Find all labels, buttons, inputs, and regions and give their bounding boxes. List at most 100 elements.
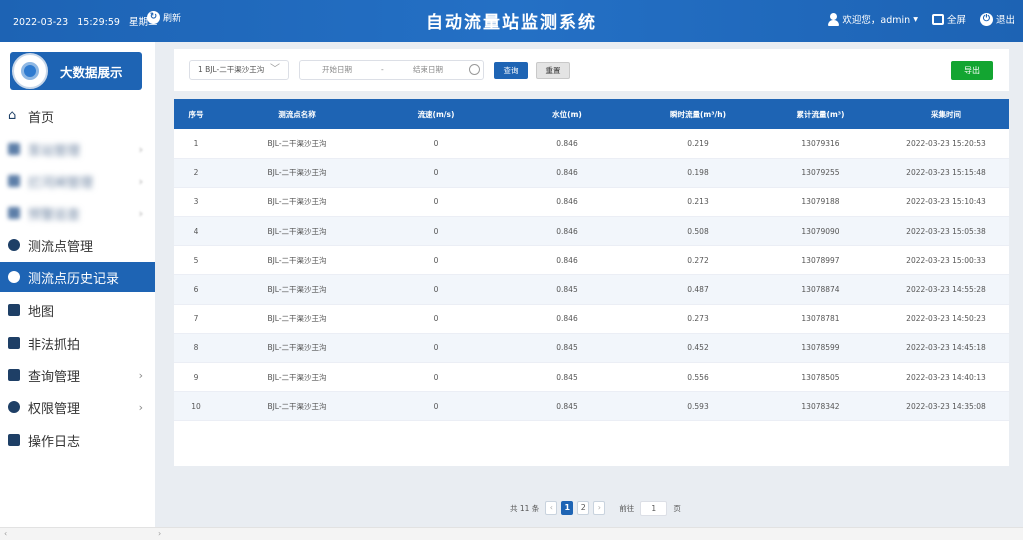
app-root: 2022-03-23 15:29:59 星期三 ↻ 刷新 自动流量站监测系统 欢…: [0, 0, 1023, 540]
table-cell: 0.272: [687, 255, 709, 265]
goto-label: 前往: [619, 503, 635, 513]
table-cell: 13078599: [801, 343, 840, 353]
table-cell: 0: [433, 314, 439, 324]
sidebar-item-3[interactable]: 预警巡查 ›: [0, 198, 155, 228]
log-icon: [8, 434, 20, 446]
logout-label: 退出: [995, 15, 1015, 26]
sidebar-item-label: 权限管理: [28, 401, 81, 417]
table-cell: 13079255: [801, 168, 840, 178]
export-button[interactable]: 导出: [951, 61, 993, 80]
sidebar-item-label: 预警巡查: [28, 207, 81, 223]
table-cell: 2: [193, 168, 199, 178]
sidebar-item-7[interactable]: 非法抓拍: [0, 328, 155, 358]
end-date-input[interactable]: 结束日期: [413, 61, 443, 79]
circle-icon: [8, 271, 20, 283]
table-cell: BJL-二干渠沙王沟: [267, 285, 327, 295]
table-cell: 0: [433, 285, 439, 295]
power-icon: ⏻: [979, 12, 993, 26]
fullscreen-icon: [931, 13, 944, 25]
sidebar-item-5[interactable]: 测流点历史记录: [0, 262, 155, 292]
chevron-right-icon: ›: [138, 206, 143, 220]
table-cell: 0: [433, 401, 439, 411]
start-date-input[interactable]: 开始日期: [322, 61, 352, 79]
gate-icon: [8, 175, 20, 187]
map-icon: [8, 304, 20, 316]
table-cell: 13078781: [801, 314, 840, 324]
table-cell: 0.846: [556, 138, 578, 148]
table-row[interactable]: 3 BJL-二干渠沙王沟 0 0.846 0.213 13079188 2022-03-23…: [174, 187, 1009, 217]
table-row[interactable]: 5 BJL-二干渠沙王沟 0 0.846 0.272 13078997 2022-03-23…: [174, 246, 1009, 275]
user-icon: [828, 12, 840, 26]
user-menu[interactable]: 欢迎您，admin ▾: [828, 12, 918, 26]
caret-down-icon: ▾: [913, 13, 918, 25]
sidebar-item-0[interactable]: ⌂ 首页: [0, 101, 155, 131]
next-page-button[interactable]: ›: [593, 501, 606, 515]
range-separator: -: [381, 65, 384, 74]
sidebar-item-2[interactable]: 拦河闸管理 ›: [0, 166, 155, 196]
table-cell: BJL-二干渠沙王沟: [267, 343, 327, 353]
scroll-left-icon[interactable]: ‹: [4, 529, 7, 538]
sidebar-item-label: 地图: [28, 304, 55, 320]
table-cell: 8: [193, 343, 199, 353]
table-row[interactable]: 7 BJL-二干渠沙王沟 0 0.846 0.273 13078781 2022-03-23…: [174, 304, 1009, 334]
sidebar-item-8[interactable]: 查询管理 ›: [0, 360, 155, 390]
page-number-button[interactable]: 2: [577, 501, 590, 515]
top-header: 2022-03-23 15:29:59 星期三 ↻ 刷新 自动流量站监测系统 欢…: [0, 0, 1023, 42]
sidebar-item-9[interactable]: 权限管理 ›: [0, 392, 155, 422]
table-cell: 13078874: [801, 285, 840, 295]
table-cell: BJL-二干渠沙王沟: [267, 197, 327, 207]
table-cell: 4: [193, 226, 199, 236]
table-cell: 13079188: [801, 197, 840, 207]
table-cell: 13078505: [801, 372, 840, 382]
reset-button[interactable]: 重置: [536, 62, 570, 79]
column-header: 瞬时流量(m³/h): [669, 109, 727, 119]
table-cell: 0.846: [556, 314, 578, 324]
station-select-value: 1 BJL-二干渠沙王沟: [198, 65, 265, 74]
table-row[interactable]: 4 BJL-二干渠沙王沟 0 0.846 0.508 13079090 2022-03-23…: [174, 216, 1009, 246]
sidebar: 大数据展示 ⌂ 首页 泵站管理 › 拦河闸管理 › 预警巡查 › 测流点管理 测流点历史记录 地图非…: [0, 42, 155, 540]
table-cell: 0.846: [556, 197, 578, 207]
table-cell: BJL-二干渠沙王沟: [267, 138, 327, 148]
goto-page-input[interactable]: 1: [640, 500, 668, 516]
date-range-picker[interactable]: 开始日期 - 结束日期: [299, 60, 484, 80]
table-row[interactable]: 8 BJL-二干渠沙王沟 0 0.845 0.452 13078599 2022-03-23…: [174, 333, 1009, 363]
table-header-row: 序号 测流点名称 流速(m/s) 水位(m) 瞬时流量(m³/h) 累计流量(m³) 采集时…: [174, 99, 1009, 129]
table-cell: 0.556: [687, 372, 709, 382]
filter-bar: 1 BJL-二干渠沙王沟 ﹀ 开始日期 - 结束日期 查询 重置 导出: [174, 49, 1009, 91]
column-header: 测流点名称: [278, 109, 316, 119]
table-cell: 0.846: [556, 226, 578, 236]
horizontal-scrollbar[interactable]: ‹ ›: [0, 527, 1023, 540]
query-button[interactable]: 查询: [494, 62, 528, 79]
table-cell: BJL-二干渠沙王沟: [267, 401, 327, 411]
sidebar-item-label: 泵站管理: [28, 143, 81, 159]
table-cell: 1: [193, 138, 199, 148]
main-content: 1 BJL-二干渠沙王沟 ﹀ 开始日期 - 结束日期 查询 重置 导出 序号 测流…: [155, 42, 1023, 540]
table-row[interactable]: 10 BJL-二干渠沙王沟 0 0.845 0.593 13078342 2022-03-2…: [174, 391, 1009, 421]
history-table-panel: 序号 测流点名称 流速(m/s) 水位(m) 瞬时流量(m³/h) 累计流量(m³) 采集时…: [174, 99, 1009, 466]
prev-page-button[interactable]: ‹: [545, 501, 558, 515]
fullscreen-button[interactable]: 全屏: [931, 12, 966, 26]
scroll-right-icon[interactable]: ›: [158, 529, 161, 538]
total-count: 共 11 条: [510, 503, 540, 513]
chevron-down-icon: ﹀: [270, 64, 280, 75]
bigdata-button[interactable]: 大数据展示: [10, 52, 142, 90]
sidebar-item-1[interactable]: 泵站管理 ›: [0, 134, 155, 164]
table-row[interactable]: 9 BJL-二干渠沙王沟 0 0.845 0.556 13078505 2022-03-23…: [174, 363, 1009, 392]
station-select[interactable]: 1 BJL-二干渠沙王沟 ﹀: [189, 60, 289, 80]
page-number-button[interactable]: 1: [561, 501, 574, 515]
alert-icon: [8, 207, 20, 219]
clock-icon: [469, 64, 480, 75]
camera-icon: [8, 337, 20, 349]
table-row[interactable]: 6 BJL-二干渠沙王沟 0 0.845 0.487 13078874 2022-03-23…: [174, 274, 1009, 305]
table-body: 1 BJL-二干渠沙王沟 0 0.846 0.219 13079316 2022-03-23…: [174, 129, 1009, 421]
table-row[interactable]: 1 BJL-二干渠沙王沟 0 0.846 0.219 13079316 2022-03-23…: [174, 129, 1009, 159]
sidebar-item-6[interactable]: 地图: [0, 295, 155, 325]
bigdata-label: 大数据展示: [60, 64, 123, 80]
logout-button[interactable]: ⏻ 退出: [979, 12, 1015, 26]
sidebar-item-10[interactable]: 操作日志: [0, 425, 155, 455]
home-icon: ⌂: [8, 108, 17, 123]
page-unit-label: 页: [673, 503, 681, 513]
sidebar-item-4[interactable]: 测流点管理: [0, 230, 155, 260]
table-row[interactable]: 2 BJL-二干渠沙王沟 0 0.846 0.198 13079255 2022-03-23…: [174, 158, 1009, 188]
table-cell: 0.845: [556, 372, 578, 382]
